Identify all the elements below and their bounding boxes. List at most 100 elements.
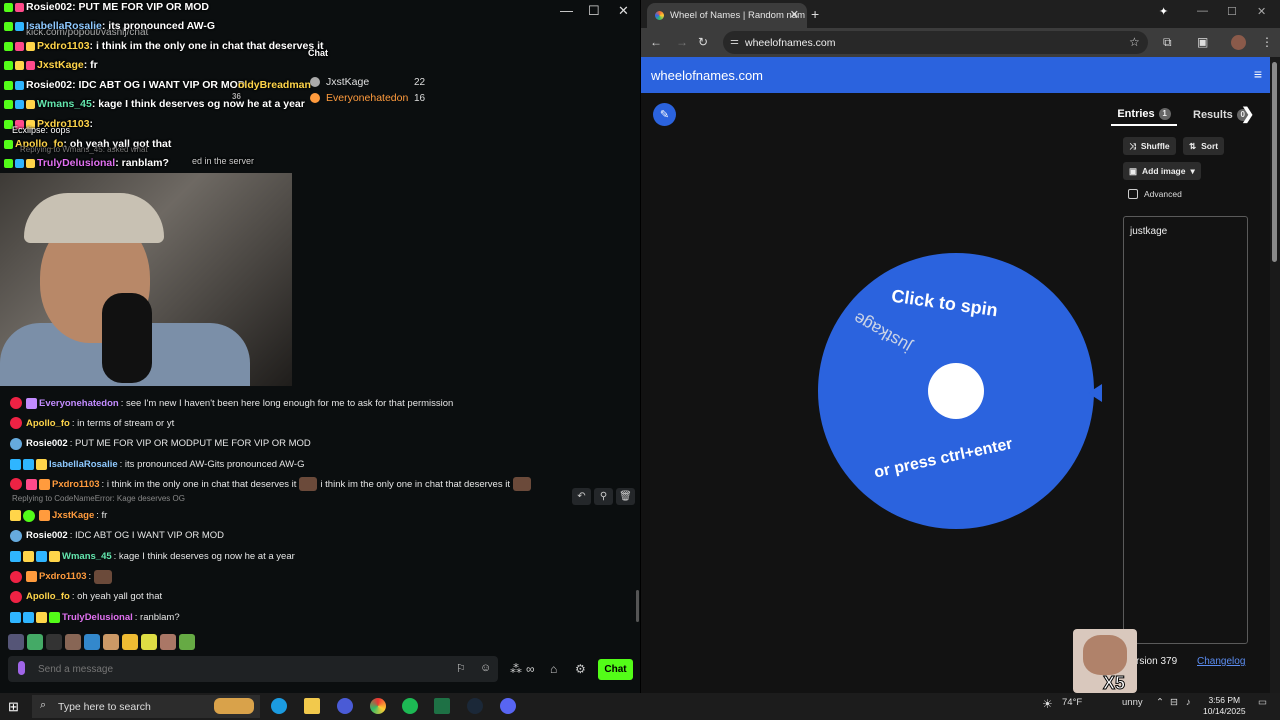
overlay-chat-label: Chat bbox=[308, 48, 328, 58]
browser-tab[interactable]: Wheel of Names | Random nam ✕ bbox=[647, 3, 807, 28]
viewer-icon bbox=[310, 93, 320, 103]
chat-message[interactable]: JxstKage: fr bbox=[10, 505, 630, 525]
delete-icon[interactable]: 🗑 bbox=[616, 488, 635, 505]
viewer-row: JxstKage 22 bbox=[310, 74, 425, 90]
advanced-toggle[interactable]: Advanced bbox=[1128, 189, 1182, 199]
site-brand[interactable]: wheelofnames.com bbox=[651, 68, 763, 83]
tab-entries[interactable]: Entries 1 bbox=[1111, 104, 1177, 126]
minimize-icon[interactable]: — bbox=[560, 3, 573, 18]
file-explorer-icon[interactable] bbox=[304, 698, 320, 714]
store-icon[interactable]: ⌂ bbox=[550, 662, 557, 676]
close-icon[interactable]: ✕ bbox=[618, 3, 629, 19]
translate-icon[interactable]: ⚐ bbox=[456, 662, 470, 676]
chat-message[interactable]: IsabellaRosalie: its pronounced AW-Gits … bbox=[10, 454, 630, 474]
chat-message[interactable]: Apollo_fo: oh yeah yall got that bbox=[10, 587, 630, 607]
site-header: wheelofnames.com ≡ bbox=[641, 57, 1270, 93]
entries-textarea[interactable]: justkage bbox=[1123, 216, 1248, 644]
chat-message[interactable]: Pxdro1103: i think im the only one in ch… bbox=[10, 474, 630, 494]
wheel-hub bbox=[928, 363, 984, 419]
emote-icon[interactable] bbox=[179, 634, 195, 650]
minimize-icon[interactable]: — bbox=[1197, 5, 1208, 17]
network-icon[interactable]: ⊟ bbox=[1170, 697, 1178, 708]
emote-icon[interactable] bbox=[8, 634, 24, 650]
chat-list: Everyonehatedon: see I'm new I haven't b… bbox=[10, 393, 630, 627]
search-icon: ⌕ bbox=[40, 699, 47, 711]
emote-icon[interactable] bbox=[65, 634, 81, 650]
emote-icon[interactable] bbox=[27, 634, 43, 650]
collapse-arrow-icon[interactable]: ❯ bbox=[1241, 104, 1254, 124]
chat-message[interactable]: Apollo_fo: in terms of stream or yt bbox=[10, 413, 630, 433]
infinity-icon[interactable]: ∞ bbox=[526, 662, 535, 676]
overlay-message: Wmans_45: kage I think deserves og now h… bbox=[4, 98, 305, 110]
chat-message[interactable]: Rosie002: PUT ME FOR VIP OR MODPUT ME FO… bbox=[10, 434, 630, 454]
viewer-row: Everyonehatedon 16 bbox=[310, 90, 425, 106]
points-icon[interactable]: ⁂ bbox=[510, 662, 522, 676]
changelog-link[interactable]: Changelog bbox=[1197, 656, 1245, 667]
hamburger-menu-icon[interactable]: ≡ bbox=[1254, 66, 1262, 82]
volume-icon[interactable]: ♪ bbox=[1186, 697, 1191, 708]
overlay-badge-count: 36 bbox=[232, 92, 241, 101]
viewer-list: JxstKage 22 Everyonehatedon 16 bbox=[310, 74, 425, 106]
extensions-icon[interactable]: ⧉ bbox=[1163, 35, 1172, 50]
emote-icon[interactable] bbox=[160, 634, 176, 650]
sidepanel-icon[interactable]: ▣ bbox=[1197, 35, 1208, 49]
reload-icon[interactable]: ↻ bbox=[698, 35, 708, 49]
close-icon[interactable]: ✕ bbox=[1257, 5, 1266, 18]
site-info-icon[interactable]: ⚌ bbox=[730, 36, 739, 47]
tray-chevron-icon[interactable]: ⌃ bbox=[1156, 697, 1164, 708]
windows-start-icon[interactable]: ⊞ bbox=[8, 699, 19, 715]
chat-message[interactable]: TrulyDelusional: ranblam? bbox=[10, 607, 630, 627]
weather-icon[interactable]: ☀ bbox=[1042, 697, 1053, 711]
profile-avatar[interactable] bbox=[1231, 35, 1246, 50]
message-actions: ↶ ⚲ 🗑 bbox=[572, 488, 636, 505]
excel-icon[interactable] bbox=[434, 698, 450, 714]
chat-message[interactable]: Rosie002: IDC ABT OG I WANT VIP OR MOD bbox=[10, 526, 630, 546]
maximize-icon[interactable]: ☐ bbox=[588, 3, 600, 19]
chat-message[interactable]: Wmans_45: kage I think deserves og now h… bbox=[10, 546, 630, 566]
notifications-icon[interactable]: ▭ bbox=[1258, 697, 1267, 708]
webcam-feed bbox=[0, 173, 292, 386]
shuffle-icon: ⤨ bbox=[1129, 140, 1136, 151]
pin-icon[interactable]: ⚲ bbox=[594, 488, 613, 505]
discord-icon[interactable] bbox=[500, 698, 516, 714]
browser-window: Wheel of Names | Random nam ✕ + ✦ — ☐ ✕ … bbox=[641, 0, 1280, 693]
settings-gear-icon[interactable]: ⚙ bbox=[575, 662, 586, 676]
back-icon[interactable]: ← bbox=[650, 35, 662, 49]
emote-icon[interactable] bbox=[141, 634, 157, 650]
taskbar-clock[interactable]: 3:56 PM 10/14/2025 bbox=[1203, 695, 1246, 717]
overlay-fragment: Replying to Wmans_45: asked what bbox=[20, 145, 148, 154]
close-tab-icon[interactable]: ✕ bbox=[790, 8, 799, 21]
emote-icon[interactable] bbox=[122, 634, 138, 650]
chrome-icon[interactable] bbox=[370, 698, 386, 714]
chat-scrollbar[interactable] bbox=[636, 590, 639, 622]
new-tab-icon[interactable]: + bbox=[811, 6, 819, 22]
chat-message-input[interactable] bbox=[38, 661, 438, 677]
edit-pencil-icon[interactable]: ✎ bbox=[653, 103, 676, 126]
emote-icon[interactable] bbox=[84, 634, 100, 650]
advanced-checkbox[interactable] bbox=[1128, 189, 1138, 199]
vpn-icon[interactable] bbox=[337, 698, 353, 714]
chat-message[interactable]: Pxdro1103: bbox=[10, 566, 630, 586]
overlay-message: Rosie002: PUT ME FOR VIP OR MOD bbox=[4, 1, 209, 13]
bookmark-star-icon[interactable]: ☆ bbox=[1129, 35, 1140, 49]
reply-icon[interactable]: ↶ bbox=[572, 488, 591, 505]
address-bar[interactable]: ⚌ wheelofnames.com bbox=[723, 31, 1148, 54]
add-image-button[interactable]: ▣ Add image ▾ bbox=[1123, 162, 1201, 180]
edge-icon[interactable] bbox=[271, 698, 287, 714]
chrome-menu-icon[interactable]: ⋮ bbox=[1261, 35, 1273, 49]
spotify-icon[interactable] bbox=[402, 698, 418, 714]
overlay-fragment: oldyBreadman bbox=[238, 79, 311, 91]
microphone-icon[interactable] bbox=[18, 661, 25, 675]
emote-icon[interactable] bbox=[46, 634, 62, 650]
page-scrollbar[interactable] bbox=[1270, 57, 1280, 693]
emoji-icon[interactable]: ☺ bbox=[480, 662, 494, 676]
sparkle-icon[interactable]: ✦ bbox=[1159, 5, 1168, 18]
send-chat-button[interactable]: Chat bbox=[598, 659, 633, 680]
emote-icon[interactable] bbox=[103, 634, 119, 650]
forward-icon[interactable]: → bbox=[676, 35, 688, 49]
maximize-icon[interactable]: ☐ bbox=[1227, 5, 1237, 18]
sort-button[interactable]: ⇅ Sort bbox=[1183, 137, 1225, 155]
steam-icon[interactable] bbox=[467, 698, 483, 714]
shuffle-button[interactable]: ⤨ Shuffle bbox=[1123, 137, 1176, 155]
chat-message[interactable]: Everyonehatedon: see I'm new I haven't b… bbox=[10, 393, 630, 413]
